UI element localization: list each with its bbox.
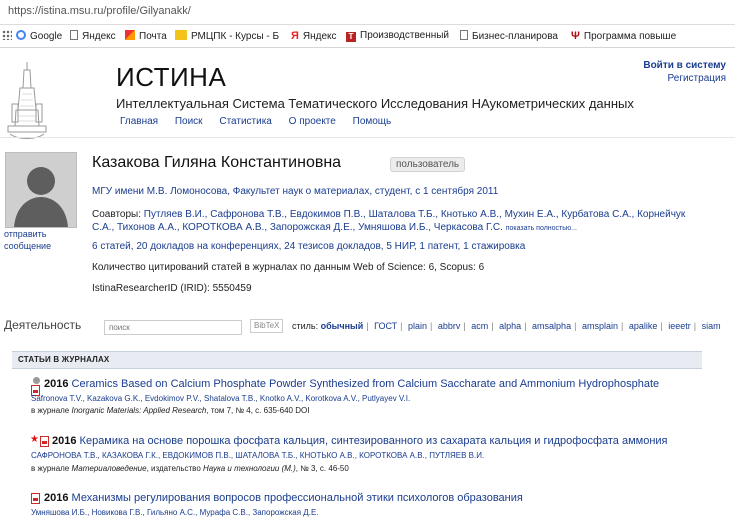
affiliation[interactable]: МГУ имени М.В. Ломоносова, Факультет нау… xyxy=(92,186,498,197)
register-link[interactable]: Регистрация xyxy=(668,73,726,84)
style-regular[interactable]: обычный xyxy=(321,321,364,331)
msu-logo[interactable] xyxy=(6,60,48,142)
google-icon xyxy=(16,30,26,40)
bookmark-yandex-2[interactable]: Я Яндекс xyxy=(291,30,337,42)
user-silhouette-icon xyxy=(6,153,76,227)
citation-style-selector: стиль: обычный | ГОСТ | plain | abbrv | acm |… xyxy=(292,321,721,331)
mail-icon xyxy=(125,30,135,40)
style-siam[interactable]: siam xyxy=(702,321,721,331)
site-title: ИСТИНА xyxy=(116,62,227,92)
yandex-icon: Я xyxy=(291,30,299,42)
send-message-link[interactable]: отправить сообщение xyxy=(4,228,64,252)
psi-icon: Ψ xyxy=(571,30,580,42)
style-amsalpha[interactable]: amsalpha xyxy=(532,321,571,331)
star-icon: ★ xyxy=(30,434,39,445)
style-ieeetr[interactable]: ieeetr xyxy=(668,321,691,331)
bookmark-apps[interactable] xyxy=(2,30,16,42)
bookmark-mail[interactable]: Почта xyxy=(125,30,167,42)
style-gost[interactable]: ГОСТ xyxy=(374,321,397,331)
page-icon xyxy=(460,30,468,40)
header-divider xyxy=(0,137,735,138)
nav-home[interactable]: Главная xyxy=(120,116,158,127)
publication-source: в журнале Материаловедение, издательство… xyxy=(31,464,349,473)
page-icon xyxy=(70,30,78,40)
style-alpha[interactable]: alpha xyxy=(499,321,521,331)
profile-name: Казакова Гиляна Константиновна xyxy=(92,154,342,171)
nav-about[interactable]: О проекте xyxy=(289,116,336,127)
info-icon[interactable] xyxy=(33,377,40,384)
style-amsplain[interactable]: amsplain xyxy=(582,321,618,331)
activity-heading: Деятельность xyxy=(4,318,82,332)
bookmark-production[interactable]: T Производственный xyxy=(346,30,449,42)
nav-search[interactable]: Поиск xyxy=(175,116,203,127)
bookmark-business[interactable]: Бизнес-планирова xyxy=(460,30,558,42)
rmcpk-icon xyxy=(175,30,187,40)
profile-stats[interactable]: 6 статей, 20 докладов на конференциях, 2… xyxy=(92,241,525,252)
t-icon: T xyxy=(346,32,356,42)
coauthors-list[interactable]: Путляев В.И., Сафронова Т.В., Евдокимов … xyxy=(92,209,685,233)
style-plain[interactable]: plain xyxy=(408,321,427,331)
style-acm[interactable]: acm xyxy=(471,321,488,331)
publication-title[interactable]: 2016 Ceramics Based on Calcium Phosphate… xyxy=(44,378,659,390)
publication-authors[interactable]: САФРОНОВА Т.В., КАЗАКОВА Г.К., ЕВДОКИМОВ… xyxy=(31,451,484,460)
style-apalike[interactable]: apalike xyxy=(629,321,658,331)
coauthors: Соавторы: Путляев В.И., Сафронова Т.В., … xyxy=(92,209,686,233)
style-abbrv[interactable]: abbrv xyxy=(438,321,461,331)
pdf-icon[interactable] xyxy=(40,436,49,447)
grid-icon xyxy=(2,30,12,40)
publication-authors[interactable]: Safronova T.V., Kazakova G.K., Evdokimov… xyxy=(31,394,410,403)
main-nav: Главная Поиск Статистика О проекте Помощ… xyxy=(120,116,391,127)
bookmark-rmcpk[interactable]: РМЦПК - Курсы - Б xyxy=(175,30,279,42)
bookmark-yandex-1[interactable]: Яндекс xyxy=(70,30,116,42)
address-bar[interactable]: https://istina.msu.ru/profile/Gilyanakk/ xyxy=(0,0,735,25)
activity-search-input[interactable] xyxy=(104,320,242,335)
publication-title[interactable]: 2016 Керамика на основе порошка фосфата … xyxy=(52,435,668,447)
citations-count: Количество цитирований статей в журналах… xyxy=(92,262,485,273)
bookmarks-bar: Google Яндекс Почта РМЦПК - Курсы - Б ЯЯ… xyxy=(0,25,735,48)
publication-title[interactable]: 2016 Механизмы регулирования вопросов пр… xyxy=(44,492,523,504)
site-subtitle: Интеллектуальная Система Тематического И… xyxy=(116,96,634,111)
publication-source: в журнале Inorganic Materials: Applied R… xyxy=(31,406,310,415)
url-text[interactable]: https://istina.msu.ru/profile/Gilyanakk/ xyxy=(8,5,191,17)
show-all-coauthors-link[interactable]: показать полностью... xyxy=(506,225,577,232)
nav-help[interactable]: Помощь xyxy=(353,116,392,127)
bookmark-google[interactable]: Google xyxy=(16,30,62,42)
researcher-id: IstinaResearcherID (IRID): 5550459 xyxy=(92,283,252,294)
bibtex-button[interactable]: BibTeX xyxy=(250,319,284,333)
nav-statistics[interactable]: Статистика xyxy=(219,116,272,127)
role-badge: пользователь xyxy=(390,157,466,172)
bookmark-program[interactable]: Ψ Программа повыше xyxy=(571,30,676,42)
publication-authors[interactable]: Умняшова И.Б., Новикова Г.В., Гильяно А.… xyxy=(31,508,319,517)
avatar xyxy=(5,152,77,228)
section-journal-articles[interactable]: СТАТЬИ В ЖУРНАЛАХ xyxy=(12,351,702,369)
pdf-icon[interactable] xyxy=(31,493,40,504)
login-link[interactable]: Войти в систему xyxy=(643,60,726,71)
